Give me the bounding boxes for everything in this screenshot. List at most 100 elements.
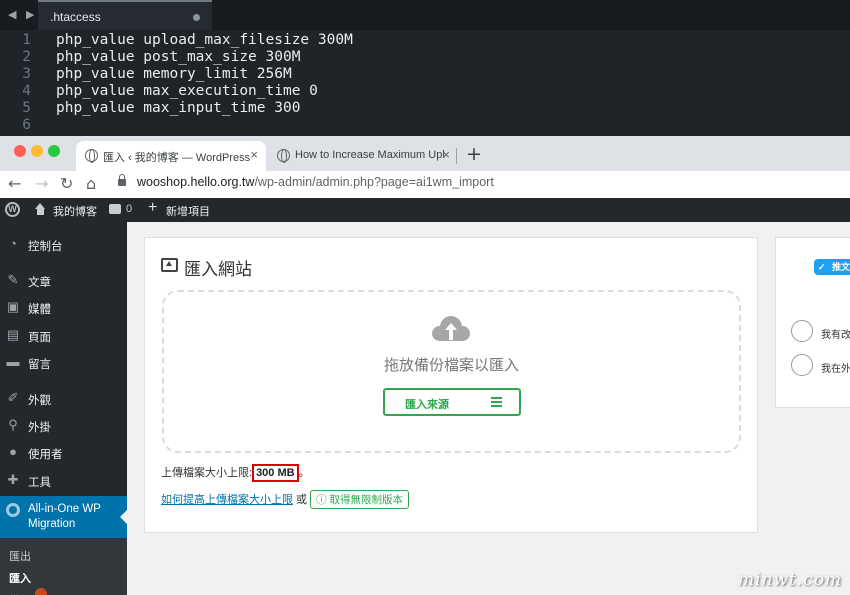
notification-badge (35, 588, 47, 595)
main-content: 匯入網站 拖放備份檔案以匯入 匯入來源 上傳檔案大小上限: 300 MB。 如何提… (127, 222, 850, 595)
menu-icon (491, 397, 502, 407)
tab-title: How to Increase Maximum Uplo (295, 149, 445, 161)
address-bar[interactable]: wooshop.hello.org.tw/wp-admin/admin.php?… (137, 175, 494, 189)
sidebar-item-dashboard[interactable]: ◔ 控制台 (0, 232, 127, 258)
browser-tab[interactable]: How to Increase Maximum Uplo × (268, 141, 458, 171)
feedback-option-label: 我在外 (821, 364, 850, 375)
drop-zone[interactable]: 拖放備份檔案以匯入 匯入來源 (162, 290, 741, 453)
unsaved-dot-icon[interactable] (193, 14, 200, 21)
home-icon[interactable]: ⌂ (86, 174, 96, 194)
submenu-export[interactable]: 匯出 (9, 548, 31, 564)
close-tab-icon[interactable]: × (442, 147, 450, 162)
sidebar-item-label: All-in-One WP Migration (28, 502, 101, 532)
feedback-radio[interactable] (791, 320, 813, 342)
new-item-link[interactable]: 新增項目 (166, 203, 210, 219)
import-from-button[interactable]: 匯入來源 (383, 388, 521, 416)
browser-chrome: 匯入 ‹ 我的博客 — WordPress × How to Increase … (0, 136, 850, 198)
sidebar-item-comments[interactable]: ▬ 留言 (0, 350, 127, 376)
maximize-window-icon[interactable] (48, 145, 60, 157)
close-tab-icon[interactable]: × (250, 147, 258, 162)
browser-toolbar: ← → ↻ ⌂ wooshop.hello.org.tw/wp-admin/ad… (0, 171, 850, 198)
code-line: 5 php_value max_input_time 300 (0, 100, 850, 117)
code-text: php_value max_input_time 300 (56, 100, 301, 116)
sidebar-item-label: 外掛 (28, 422, 51, 434)
sidebar-item-users[interactable]: ● 使用者 (0, 440, 127, 466)
sidebar-item-media[interactable]: ▣ 媒體 (0, 295, 127, 321)
editor-file-tab[interactable]: .htaccess (38, 0, 212, 30)
active-indicator (120, 510, 127, 524)
upload-limit-text: 上傳檔案大小上限: 300 MB。 (161, 464, 310, 482)
cloud-upload-icon (432, 314, 472, 344)
sidebar-item-label: 留言 (28, 359, 51, 371)
site-name-link[interactable]: 我的博客 (53, 203, 97, 219)
sidebar-item-label: 頁面 (28, 332, 51, 344)
dashboard-icon: ◔ (9, 236, 17, 251)
code-text: php_value upload_max_filesize 300M (56, 32, 353, 48)
wordpress-logo-icon[interactable]: W (5, 202, 20, 217)
or-text: 或 (293, 494, 311, 506)
sidebar-item-posts[interactable]: ✎ 文章 (0, 268, 127, 294)
brush-icon: ✐ (7, 390, 19, 405)
line-number: 1 (22, 32, 31, 48)
code-line: 6 (0, 117, 850, 134)
code-line: 3 php_value memory_limit 256M (0, 66, 850, 83)
line-number: 3 (22, 66, 31, 82)
plus-icon[interactable]: + (148, 199, 157, 217)
code-line: 1 php_value upload_max_filesize 300M (0, 32, 850, 49)
sidebar-item-tools[interactable]: ✚ 工具 (0, 468, 127, 494)
feedback-radio[interactable] (791, 354, 813, 376)
lock-icon[interactable] (118, 174, 126, 186)
globe-icon (85, 149, 98, 163)
editor-nav-arrows-icon[interactable]: ◀ ▶ (8, 8, 37, 21)
tab-divider (456, 148, 457, 164)
upload-limit-value: 300 MB (252, 464, 299, 482)
import-from-label: 匯入來源 (405, 399, 449, 411)
sidebar-item-label: 媒體 (28, 304, 51, 316)
tweet-button[interactable]: 推文 (814, 259, 850, 275)
sidebar-item-label: 文章 (28, 277, 51, 289)
minimize-window-icon[interactable] (31, 145, 43, 157)
migration-icon (6, 503, 20, 517)
media-icon: ▣ (6, 299, 20, 314)
new-tab-icon[interactable]: + (466, 143, 482, 165)
close-window-icon[interactable] (14, 145, 26, 157)
upload-limit-prefix: 上傳檔案大小上限: (161, 467, 253, 479)
get-unlimited-label: 取得無限制版本 (329, 494, 404, 506)
sidebar-item-all-in-one-wp-migration[interactable]: All-in-One WP Migration (0, 496, 127, 538)
sidebar-item-label: 使用者 (28, 449, 63, 461)
submenu-import[interactable]: 匯入 (9, 570, 31, 586)
line-number: 5 (22, 100, 31, 116)
upload-limit-suffix: 。 (298, 467, 310, 479)
sidebar-item-plugins[interactable]: ⚲ 外掛 (0, 413, 127, 439)
sidebar-item-label: 工具 (28, 477, 51, 489)
sidebar-item-label: 控制台 (28, 241, 63, 253)
line-number: 2 (22, 49, 31, 65)
forward-arrow-icon[interactable]: → (35, 174, 48, 194)
browser-tab-active[interactable]: 匯入 ‹ 我的博客 — WordPress × (76, 141, 266, 171)
sidebar-item-appearance[interactable]: ✐ 外觀 (0, 386, 127, 412)
label-line-2: Migration (28, 518, 76, 530)
pin-icon: ✎ (7, 272, 19, 287)
globe-icon (277, 149, 290, 163)
line-number: 6 (22, 117, 31, 133)
editor-file-name: .htaccess (50, 10, 101, 24)
home-icon[interactable] (34, 203, 47, 216)
increase-limit-link[interactable]: 如何提高上傳檔案大小上限 (161, 494, 293, 506)
get-unlimited-button[interactable]: ⓘ 取得無限制版本 (310, 490, 410, 509)
help-links: 如何提高上傳檔案大小上限 或 ⓘ 取得無限制版本 (161, 490, 410, 509)
upload-arrow-stem (449, 329, 453, 340)
label-line-1: All-in-One WP (28, 503, 101, 515)
comment-icon[interactable] (109, 204, 121, 214)
url-host: wooshop.hello.org.tw (137, 175, 255, 189)
comment-icon: ▬ (6, 354, 20, 369)
comment-count[interactable]: 0 (126, 203, 132, 215)
reload-icon[interactable]: ↻ (60, 174, 73, 194)
feedback-card: 推文 我有改 我在外 (775, 237, 850, 408)
watermark: minwt.com (738, 570, 843, 590)
sidebar-item-pages[interactable]: ▤ 頁面 (0, 323, 127, 349)
feedback-option-label: 我有改 (821, 330, 850, 341)
line-number: 4 (22, 83, 31, 99)
tab-title: 匯入 ‹ 我的博客 — WordPress (103, 152, 251, 164)
back-arrow-icon[interactable]: ← (8, 174, 21, 194)
editor-lines[interactable]: 1 php_value upload_max_filesize 300M 2 php… (0, 32, 850, 134)
